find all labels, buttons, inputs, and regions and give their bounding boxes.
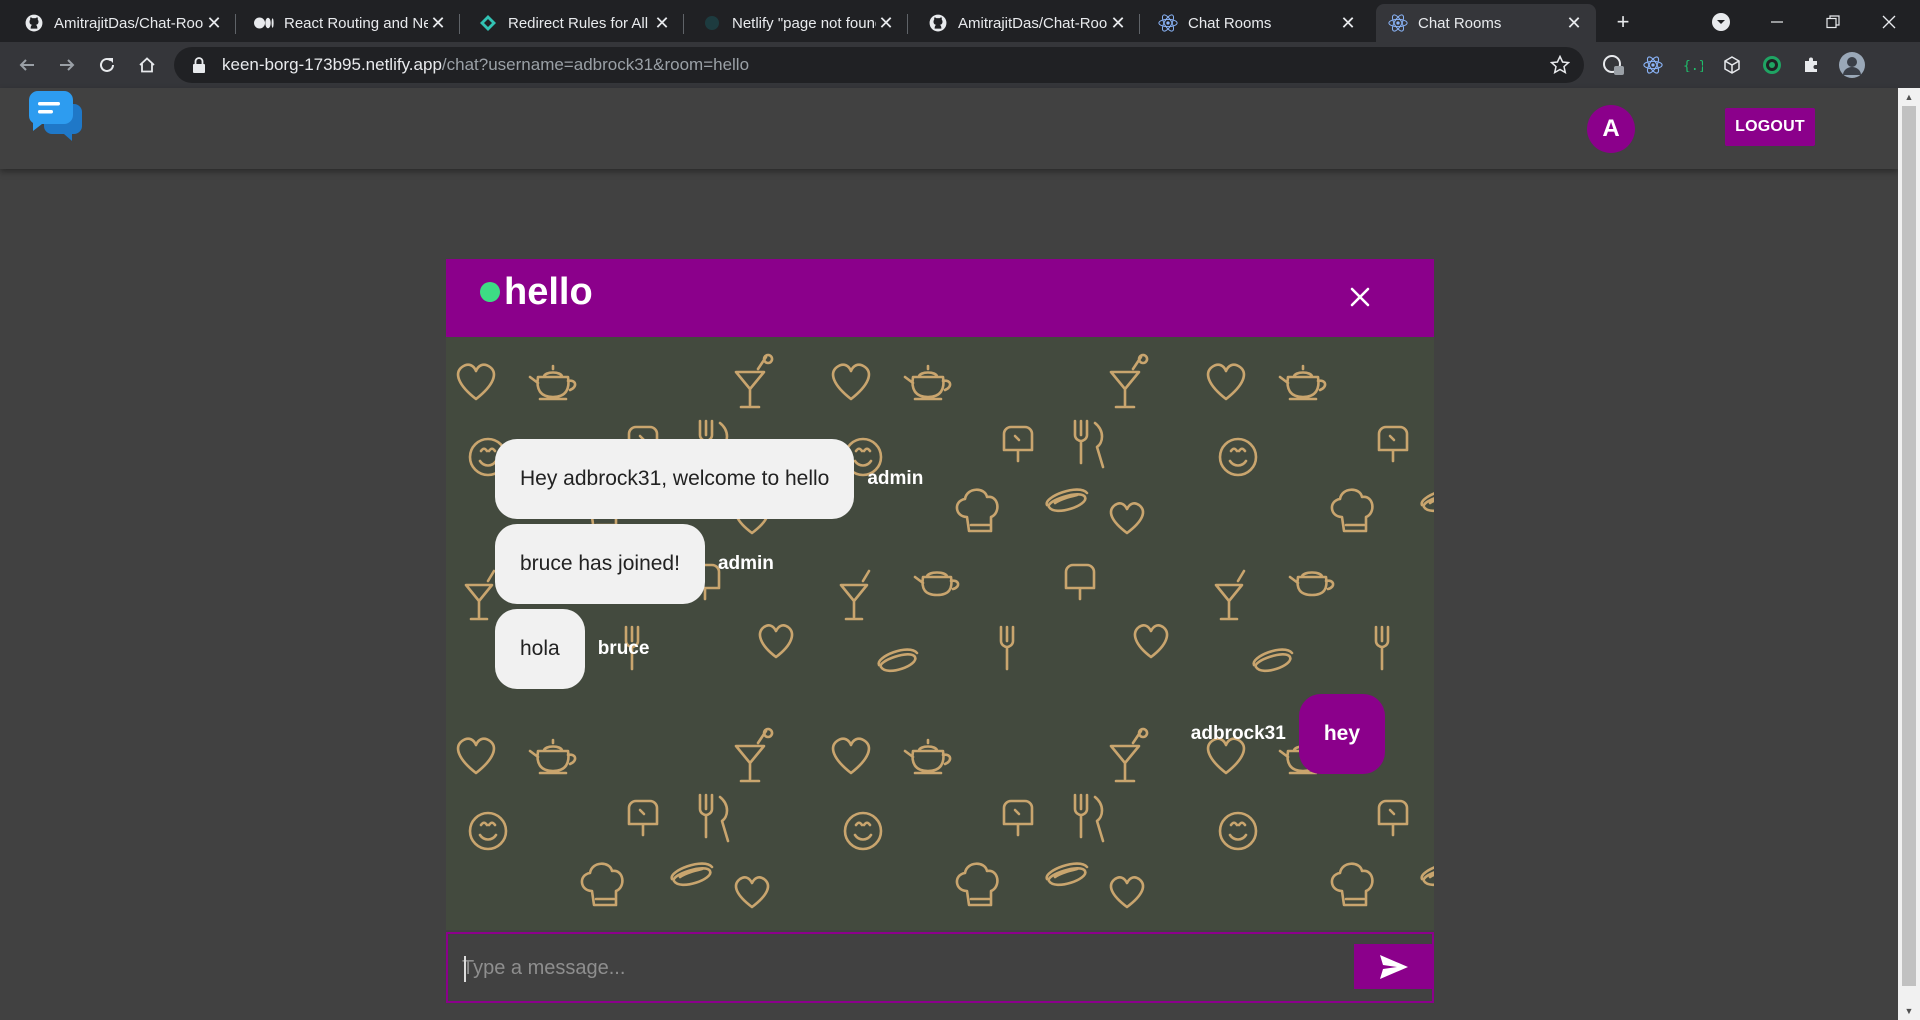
tab-close-icon[interactable]: ✕ bbox=[876, 13, 896, 33]
message-bubble: hola bbox=[495, 609, 585, 689]
address-bar[interactable]: keen-borg-173b95.netlify.app/chat?userna… bbox=[174, 47, 1584, 83]
tab-close-icon[interactable]: ✕ bbox=[652, 13, 672, 33]
browser-tab[interactable]: Redirect Rules for All ✕ bbox=[466, 4, 684, 42]
browser-tab[interactable]: React Routing and Netlify ✕ bbox=[242, 4, 460, 42]
browser-tab[interactable]: AmitrajitDas/Chat-Room ✕ bbox=[12, 4, 236, 42]
react-devtools-icon[interactable] bbox=[1642, 54, 1664, 76]
tab-title: AmitrajitDas/Chat-Room bbox=[958, 14, 1108, 32]
text-caret bbox=[464, 956, 466, 982]
close-icon[interactable] bbox=[1346, 283, 1374, 311]
extension-icon[interactable]: {.} bbox=[1682, 54, 1704, 76]
browser-tab-strip: AmitrajitDas/Chat-Room ✕ React Routing a… bbox=[0, 0, 1920, 42]
target-extension-icon[interactable] bbox=[1761, 54, 1783, 76]
react-icon bbox=[1388, 13, 1408, 33]
tab-title: AmitrajitDas/Chat-Room bbox=[54, 14, 204, 32]
chat-header: hello bbox=[446, 259, 1434, 337]
online-status-dot bbox=[480, 282, 500, 302]
tab-title: Chat Rooms bbox=[1188, 14, 1272, 32]
message-sender: bruce bbox=[597, 638, 650, 659]
close-window-icon[interactable] bbox=[1875, 8, 1903, 36]
scroll-down-arrow-icon[interactable]: ▼ bbox=[1904, 1006, 1914, 1016]
forward-arrow-icon[interactable] bbox=[53, 51, 81, 79]
svg-text:{.}: {.} bbox=[1683, 59, 1703, 72]
minimize-icon[interactable] bbox=[1763, 8, 1791, 36]
browser-tab[interactable]: AmitrajitDas/Chat-Room ✕ bbox=[916, 4, 1140, 42]
reload-icon[interactable] bbox=[93, 51, 121, 79]
browser-tab[interactable]: Netlify "page not found" ✕ bbox=[690, 4, 908, 42]
page-scrollbar[interactable]: ▲ ▼ bbox=[1898, 88, 1920, 1020]
tab-title: React Routing and Netlify bbox=[284, 14, 428, 32]
send-icon bbox=[1380, 954, 1408, 979]
github-icon bbox=[928, 13, 948, 33]
message-composer bbox=[446, 932, 1434, 1003]
message-sender: admin bbox=[867, 468, 924, 489]
home-icon[interactable] bbox=[133, 51, 161, 79]
message-sender: adbrock31 bbox=[1190, 723, 1286, 744]
message-sender: admin bbox=[717, 553, 774, 574]
logout-button[interactable]: LOGOUT bbox=[1725, 108, 1815, 146]
cube-extension-icon[interactable] bbox=[1721, 54, 1743, 76]
browser-toolbar: keen-borg-173b95.netlify.app/chat?userna… bbox=[0, 42, 1920, 88]
medium-icon bbox=[254, 13, 274, 33]
react-icon bbox=[1158, 13, 1178, 33]
extension-icon[interactable] bbox=[1602, 54, 1624, 76]
tab-separator bbox=[459, 14, 460, 34]
profile-avatar-icon[interactable] bbox=[1838, 51, 1866, 79]
tab-title: Redirect Rules for All bbox=[508, 14, 649, 32]
message-bubble: bruce has joined! bbox=[495, 524, 705, 604]
url-path: /chat?username=adbrock31&room=hello bbox=[441, 55, 750, 74]
tab-separator bbox=[235, 14, 236, 34]
netlify-icon bbox=[478, 13, 498, 33]
send-button[interactable] bbox=[1354, 944, 1434, 989]
chat-logo-icon[interactable] bbox=[28, 90, 84, 142]
message-list[interactable]: Hey adbrock31, welcome to hello admin br… bbox=[446, 337, 1434, 930]
message-item: Hey adbrock31, welcome to hello admin bbox=[495, 439, 923, 519]
tab-close-icon[interactable]: ✕ bbox=[1564, 13, 1584, 33]
app-header: A LOGOUT bbox=[0, 88, 1898, 169]
bookmark-star-icon[interactable] bbox=[1550, 55, 1570, 75]
tab-title: Netlify "page not found" bbox=[732, 14, 876, 32]
scrollbar-thumb[interactable] bbox=[1902, 106, 1916, 986]
tab-separator bbox=[1139, 14, 1140, 34]
url-host: keen-borg-173b95.netlify.app bbox=[222, 55, 442, 74]
lock-icon bbox=[193, 57, 205, 73]
tab-close-icon[interactable]: ✕ bbox=[1338, 13, 1358, 33]
tab-separator bbox=[683, 14, 684, 34]
back-arrow-icon[interactable] bbox=[13, 51, 41, 79]
page: A LOGOUT hello Hey adbrock31, welcome to… bbox=[0, 88, 1898, 1020]
tab-close-icon[interactable]: ✕ bbox=[428, 13, 448, 33]
restore-window-icon[interactable] bbox=[1819, 8, 1847, 36]
tab-title: Chat Rooms bbox=[1418, 14, 1502, 32]
chat-window: hello Hey adbrock31, welcome to hello ad… bbox=[446, 259, 1434, 1013]
tab-separator bbox=[907, 14, 908, 34]
tab-close-icon[interactable]: ✕ bbox=[1108, 13, 1128, 33]
message-item: bruce has joined! admin bbox=[495, 524, 774, 604]
message-bubble: Hey adbrock31, welcome to hello bbox=[495, 439, 855, 519]
room-title: hello bbox=[504, 271, 593, 313]
puzzle-extensions-icon[interactable] bbox=[1800, 54, 1822, 76]
user-avatar[interactable]: A bbox=[1587, 105, 1635, 153]
new-tab-plus-icon[interactable]: + bbox=[1609, 8, 1637, 36]
browser-tab-active[interactable]: Chat Rooms ✕ bbox=[1376, 4, 1596, 42]
message-bubble: hey bbox=[1298, 694, 1385, 774]
tab-close-icon[interactable]: ✕ bbox=[204, 13, 224, 33]
github-icon bbox=[24, 13, 44, 33]
message-input[interactable] bbox=[462, 948, 1322, 988]
message-item: hola bruce bbox=[495, 609, 649, 689]
message-item-own: adbrock31 hey bbox=[1191, 694, 1385, 774]
tab-search-icon[interactable] bbox=[1707, 8, 1735, 36]
browser-tab[interactable]: Chat Rooms ✕ bbox=[1146, 4, 1370, 42]
netlify-icon bbox=[702, 13, 722, 33]
scroll-up-arrow-icon[interactable]: ▲ bbox=[1904, 92, 1914, 102]
